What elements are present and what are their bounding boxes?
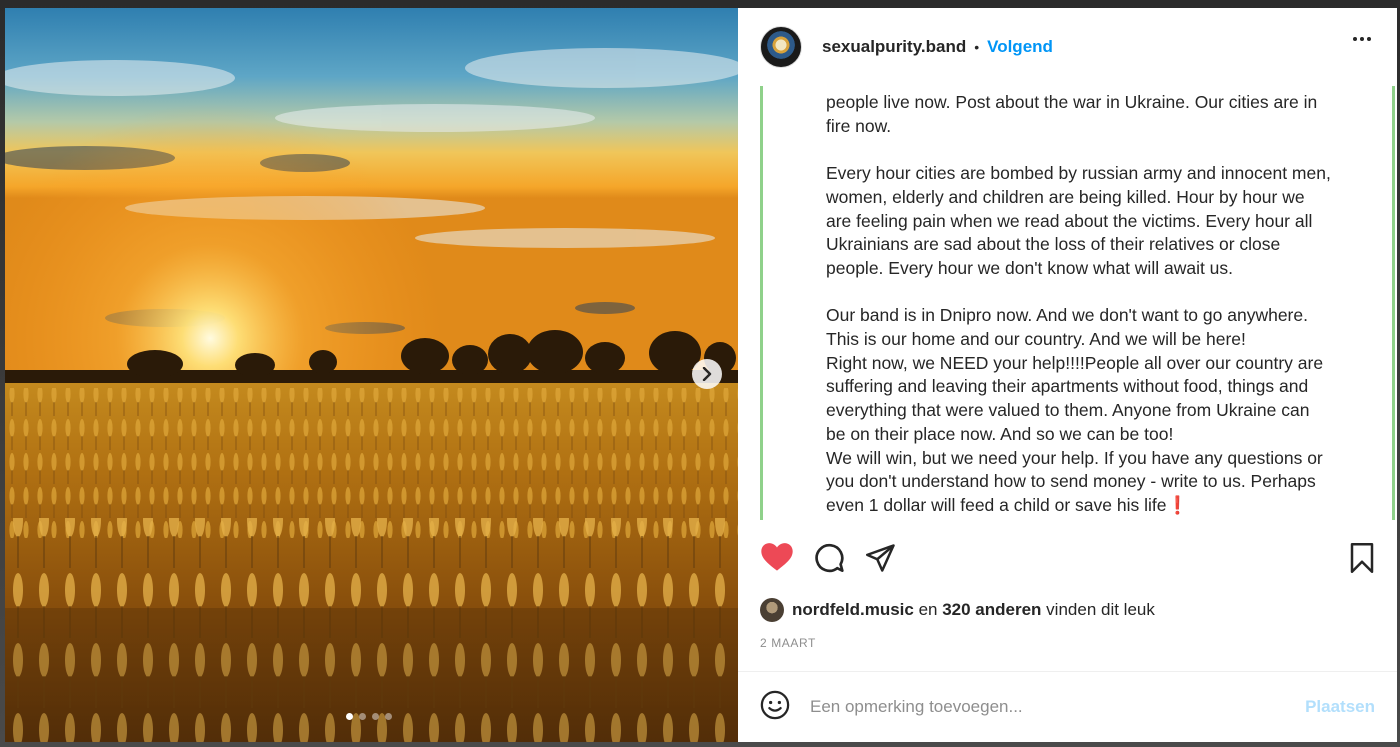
separator: • (974, 39, 980, 55)
post-photo (5, 8, 738, 742)
smiley-icon (760, 690, 790, 719)
comment-input[interactable] (810, 697, 1270, 717)
wheat-field-sunset-image (5, 8, 738, 742)
chevron-right-icon (702, 367, 712, 381)
likes-suffix: vinden dit leuk (1041, 600, 1155, 619)
overlay-border-right (1392, 86, 1395, 520)
share-button[interactable] (866, 544, 896, 577)
carousel-dot (359, 713, 366, 720)
more-horizontal-icon (1353, 37, 1357, 41)
overlay-border-left (760, 86, 763, 520)
likes-summary: nordfeld.music en 320 anderen vinden dit… (760, 598, 1155, 622)
emoji-button[interactable] (760, 690, 790, 725)
post-caption: people live now. Post about the war in U… (826, 92, 1331, 520)
comment-form: Plaatsen (738, 672, 1397, 742)
comment-bubble-icon (815, 543, 844, 573)
post-side-panel: sexualpurity.band • Volgend people live … (738, 8, 1397, 742)
liker-avatar[interactable] (760, 598, 784, 622)
more-options-button[interactable] (1353, 37, 1371, 41)
caption-scroll-area[interactable]: people live now. Post about the war in U… (738, 86, 1397, 520)
like-button[interactable] (760, 542, 794, 577)
heart-filled-icon (761, 543, 793, 571)
next-image-button[interactable] (692, 359, 722, 389)
paper-plane-icon (866, 544, 895, 572)
post-header: sexualpurity.band • Volgend (738, 8, 1397, 86)
liker-username-link[interactable]: nordfeld.music (792, 600, 914, 620)
post-modal: sexualpurity.band • Volgend people live … (5, 8, 1397, 742)
avatar[interactable] (760, 26, 802, 68)
carousel-indicator (346, 713, 392, 720)
action-bar (738, 534, 1397, 584)
carousel-dot (346, 713, 353, 720)
comment-button[interactable] (813, 542, 845, 579)
carousel-dot (385, 713, 392, 720)
likes-count-link[interactable]: 320 anderen (942, 600, 1041, 620)
save-button[interactable] (1349, 543, 1375, 578)
post-date[interactable]: 2 MAART (760, 636, 816, 650)
bookmark-icon (1350, 543, 1374, 573)
likes-connector: en (913, 600, 943, 619)
carousel-dot (372, 713, 379, 720)
post-comment-button[interactable]: Plaatsen (1305, 697, 1375, 717)
following-button[interactable]: Volgend (987, 37, 1053, 57)
username-link[interactable]: sexualpurity.band (822, 37, 966, 57)
